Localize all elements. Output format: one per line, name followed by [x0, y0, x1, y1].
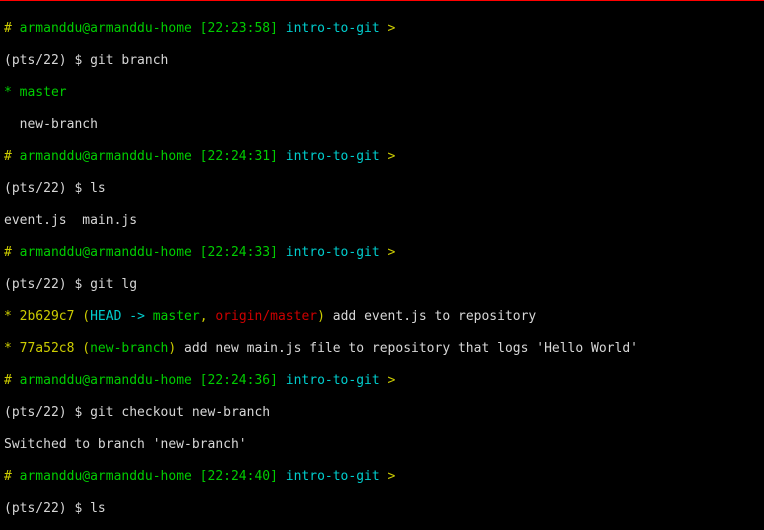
prompt-line: # armanddu@armanddu-home [22:24:33] intr…: [4, 245, 760, 261]
commit-sha: 2b629c7: [20, 309, 83, 324]
checkout-output: Switched to branch 'new-branch': [4, 437, 760, 453]
prompt-path: intro-to-git: [286, 21, 388, 36]
branch-new: new-branch: [4, 117, 760, 133]
log-line: * 2b629c7 (HEAD -> master, origin/master…: [4, 309, 760, 325]
prompt-chevron: >: [388, 21, 396, 36]
prompt-user: armanddu@armanddu-home: [20, 21, 200, 36]
command-line: (pts/22) $ ls: [4, 501, 760, 517]
commit-msg: add event.js to repository: [333, 309, 537, 324]
command-line: (pts/22) $ git checkout new-branch: [4, 405, 760, 421]
command-line: (pts/22) $ ls: [4, 181, 760, 197]
ls-output: event.js main.js: [4, 213, 760, 229]
prompt-line: # armanddu@armanddu-home [22:24:31] intr…: [4, 149, 760, 165]
prompt-time: [22:23:58]: [200, 21, 286, 36]
commit-msg: add new main.js file to repository that …: [184, 341, 638, 356]
prompt-line: # armanddu@armanddu-home [22:23:58] intr…: [4, 21, 760, 37]
log-line: * 77a52c8 (new-branch) add new main.js f…: [4, 341, 760, 357]
prompt-line: # armanddu@armanddu-home [22:24:36] intr…: [4, 373, 760, 389]
command-line: (pts/22) $ git lg: [4, 277, 760, 293]
command-line: (pts/22) $ git branch: [4, 53, 760, 69]
terminal-output[interactable]: # armanddu@armanddu-home [22:23:58] intr…: [0, 0, 764, 530]
commit-sha: 77a52c8: [20, 341, 83, 356]
branch-master: * master: [4, 85, 760, 101]
prompt-hash: #: [4, 21, 20, 36]
prompt-line: # armanddu@armanddu-home [22:24:40] intr…: [4, 469, 760, 485]
